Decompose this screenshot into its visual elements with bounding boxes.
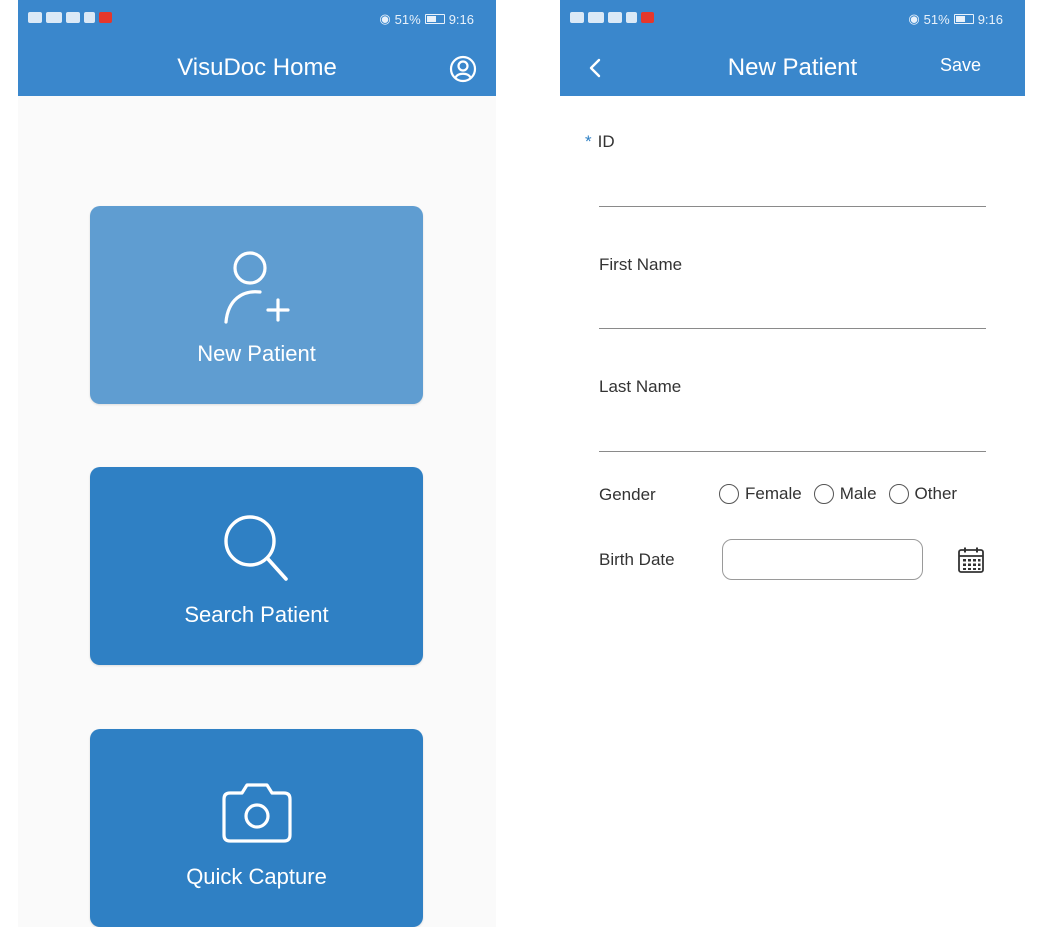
notification-icon	[84, 12, 95, 23]
clock: 9:16	[977, 11, 1003, 27]
wifi-icon	[608, 12, 622, 23]
signal-icon	[46, 12, 62, 23]
calendar-icon	[958, 547, 984, 573]
hd-icon	[28, 12, 42, 23]
gender-radio-group: Female Male Other	[719, 484, 957, 504]
id-label: * ID	[585, 132, 986, 152]
quick-capture-tile[interactable]: Quick Capture	[90, 729, 423, 927]
status-icons	[28, 12, 112, 23]
notification-icon	[626, 12, 637, 23]
new-patient-label: New Patient	[197, 341, 316, 366]
hd-icon	[570, 12, 584, 23]
gender-other-radio[interactable]	[888, 484, 909, 504]
last-name-field: Last Name	[599, 377, 986, 453]
gender-female-radio[interactable]	[719, 484, 739, 504]
battery-icon	[424, 14, 445, 24]
search-icon	[223, 515, 288, 581]
first-name-underline	[599, 328, 986, 329]
calendar-button[interactable]	[957, 546, 985, 574]
battery-icon	[953, 14, 974, 24]
new-patient-tile[interactable]: New Patient	[90, 206, 423, 404]
id-underline	[599, 206, 986, 207]
gender-male-label[interactable]: Male	[840, 484, 877, 504]
camera-icon	[221, 783, 292, 843]
home-app-bar: ◉ 51% 9:16 VisuDoc Home	[18, 0, 496, 96]
app-notification-icon	[641, 12, 654, 23]
id-input[interactable]	[599, 172, 986, 202]
profile-button[interactable]	[448, 54, 478, 84]
battery-percent: 51%	[923, 11, 950, 27]
birth-date-input[interactable]	[722, 539, 923, 580]
wifi-icon	[66, 12, 80, 23]
gender-row: Gender Female Male Other	[599, 484, 999, 508]
last-name-underline	[599, 451, 986, 452]
gender-label: Gender	[599, 485, 656, 504]
gender-other-label[interactable]: Other	[915, 484, 958, 504]
user-circle-icon	[449, 55, 477, 83]
new-patient-app-bar: ◉ 51% 9:16 New Patient Save	[560, 0, 1025, 96]
gender-male-radio[interactable]	[813, 484, 834, 504]
eye-icon: ◉	[379, 11, 391, 26]
id-label-text: ID	[597, 132, 615, 151]
save-button[interactable]: Save	[940, 55, 981, 76]
search-patient-label: Search Patient	[184, 602, 329, 627]
page-title: VisuDoc Home	[177, 54, 337, 81]
battery-percent: 51%	[394, 11, 421, 27]
birth-date-row: Birth Date	[599, 539, 999, 581]
first-name-label: First Name	[599, 255, 683, 274]
last-name-label: Last Name	[599, 377, 682, 396]
new-patient-screen: ◉ 51% 9:16 New Patient Save * ID First Na…	[560, 0, 1025, 927]
status-bar: ◉ 51% 9:16	[560, 0, 1025, 40]
status-bar: ◉ 51% 9:16	[18, 0, 496, 40]
clock: 9:16	[448, 11, 474, 27]
signal-icon	[588, 12, 604, 23]
add-user-icon	[223, 251, 290, 324]
gender-female-label[interactable]: Female	[745, 484, 802, 504]
home-screen: ◉ 51% 9:16 VisuDoc Home New Patient Sear…	[18, 0, 496, 927]
search-patient-tile[interactable]: Search Patient	[90, 467, 423, 665]
app-notification-icon	[99, 12, 112, 23]
id-field: * ID	[585, 132, 986, 208]
status-info: ◉ 51% 9:16	[379, 11, 474, 27]
last-name-input[interactable]	[599, 417, 986, 447]
first-name-input[interactable]	[599, 295, 986, 325]
required-marker: *	[585, 132, 592, 151]
status-icons	[570, 12, 654, 23]
quick-capture-label: Quick Capture	[186, 864, 327, 889]
status-info: ◉ 51% 9:16	[908, 11, 1003, 27]
eye-icon: ◉	[908, 11, 920, 26]
birth-date-label: Birth Date	[599, 550, 675, 569]
first-name-field: First Name	[599, 255, 986, 331]
